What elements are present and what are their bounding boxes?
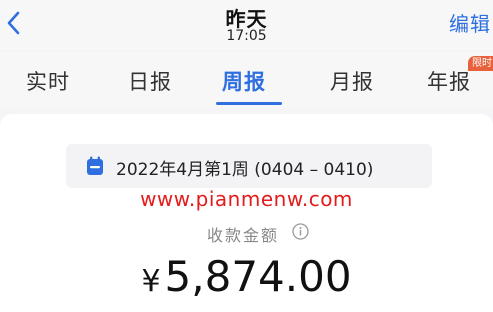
page-subtitle-time: 17:05: [226, 28, 267, 44]
currency-symbol: ¥: [141, 264, 161, 299]
report-tabs: 实时 日报 周报 月报 年报 限时: [0, 52, 493, 108]
active-tab-indicator: [216, 102, 282, 105]
navigation-header: 昨天 17:05 编辑: [0, 0, 493, 50]
edit-button[interactable]: 编辑: [449, 8, 491, 37]
date-range-selector[interactable]: 2022年4月第1周 (0404 – 0410): [66, 144, 432, 188]
date-range-text: 2022年4月第1周 (0404 – 0410): [116, 160, 374, 180]
amount-number: 5,874.00: [164, 252, 352, 301]
limited-time-badge: 限时: [468, 56, 493, 71]
summary-card: 2022年4月第1周 (0404 – 0410) www.pianmenw.co…: [0, 114, 493, 312]
watermark-text: www.pianmenw.com: [140, 187, 353, 211]
tab-realtime[interactable]: 实时: [26, 66, 70, 96]
tab-monthly[interactable]: 月报: [330, 66, 374, 96]
tab-yearly[interactable]: 年报: [427, 66, 471, 96]
tab-weekly[interactable]: 周报: [222, 66, 266, 96]
info-icon[interactable]: [292, 223, 309, 240]
amount-label: 收款金额: [207, 226, 280, 245]
tab-daily[interactable]: 日报: [128, 66, 172, 96]
amount-value: ¥5,874.00: [0, 252, 493, 301]
calendar-icon: [87, 156, 103, 175]
